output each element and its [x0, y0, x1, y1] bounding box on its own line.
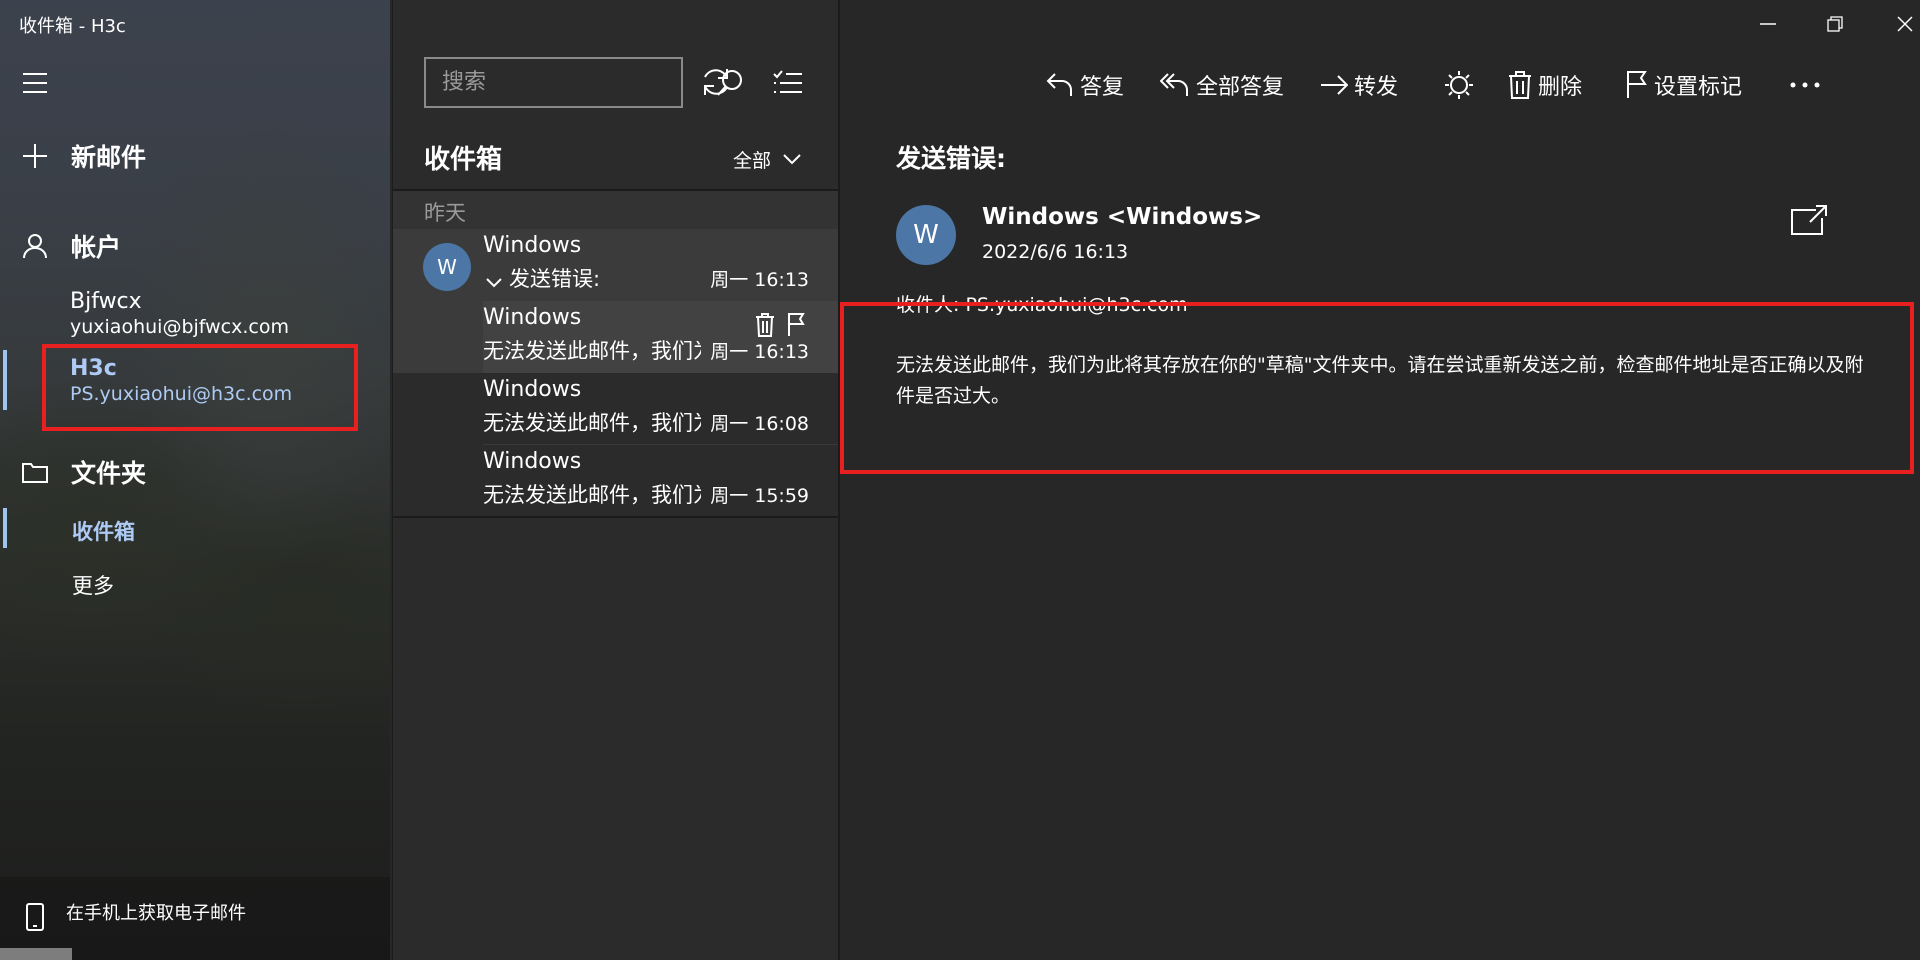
delete-button[interactable]: 删除 [1508, 62, 1582, 108]
avatar: W [896, 205, 956, 265]
new-mail-button[interactable]: 新邮件 [0, 136, 146, 176]
email-body: 无法发送此邮件，我们为此将其存放在你的"草稿"文件夹中。请在尝试重新发送之前，检… [896, 354, 1864, 407]
popout-icon[interactable] [1790, 204, 1828, 240]
reply-button[interactable]: 答复 [1046, 62, 1124, 108]
reply-label: 答复 [1080, 75, 1125, 100]
chevron-down-icon[interactable] [486, 273, 502, 292]
filter-dropdown[interactable]: 全部 [733, 146, 801, 173]
reply-all-icon [1160, 73, 1188, 96]
reading-pane: 答复 全部答复 转发 删除 设置标记 发送错误: W Windows <Wind… [838, 0, 1920, 960]
trash-icon [1509, 71, 1531, 99]
sync-icon[interactable] [701, 66, 731, 102]
scrollbar[interactable] [0, 948, 72, 960]
account-h3c[interactable]: H3c PS.yuxiaohui@h3c.com [70, 355, 292, 406]
accounts-label: 帐户 [71, 233, 122, 262]
avatar: W [423, 243, 471, 291]
navigation-pane: 收件箱 - H3c 新邮件 帐户 Bjfwcx yuxiaohui@bjfwcx… [0, 0, 390, 960]
reply-all-button[interactable]: 全部答复 [1160, 62, 1284, 108]
message-sender: Windows [483, 305, 582, 330]
message-subject: 无法发送此邮件，我们为此将其存放在你的 [483, 339, 701, 363]
close-icon[interactable] [1885, 12, 1920, 36]
email-date: 2022/6/6 16:13 [982, 241, 1129, 263]
toolbar: 答复 全部答复 转发 删除 设置标记 [840, 62, 1920, 108]
plus-icon [22, 143, 50, 169]
account-name: H3c [70, 356, 117, 381]
phone-icon [26, 903, 44, 935]
selected-folder-indicator [3, 508, 7, 548]
message-subject: 发送错误: [509, 267, 601, 291]
list-item[interactable]: Windows 无法发送此邮件，我们为此将其存放在你的 周一 16:13 [393, 301, 839, 373]
folders-label: 文件夹 [71, 459, 147, 488]
sun-icon [1445, 71, 1473, 99]
email-sender[interactable]: Windows <Windows> [982, 204, 1262, 230]
email-recipients: 收件人: PS.yuxiaohui@h3c.com [896, 294, 1188, 316]
folders-header[interactable]: 文件夹 [0, 452, 146, 492]
forward-label: 转发 [1354, 75, 1399, 100]
reply-all-label: 全部答复 [1196, 75, 1285, 100]
row-highlight [393, 301, 483, 373]
account-email: PS.yuxiaohui@h3c.com [70, 383, 293, 405]
chevron-down-icon [783, 154, 801, 165]
account-email: yuxiaohui@bjfwcx.com [70, 316, 289, 338]
message-subject: 无法发送此邮件，我们为此将其存放在你的 [483, 411, 701, 435]
divider [393, 516, 839, 518]
list-item[interactable]: Windows 无法发送此邮件，我们为此将其存放在你的 周一 16:08 [393, 373, 839, 445]
message-sender: Windows [483, 377, 582, 402]
maximize-icon[interactable] [1815, 12, 1855, 36]
forward-button[interactable]: 转发 [1320, 62, 1398, 108]
account-name: Bjfwcx [70, 289, 142, 314]
filter-label: 全部 [733, 150, 772, 172]
folder-icon [22, 461, 50, 483]
message-time: 周一 15:59 [710, 485, 809, 507]
reply-icon [1046, 73, 1072, 96]
search-box [424, 57, 742, 108]
message-sender: Windows [483, 233, 582, 258]
email-subject: 发送错误: [896, 144, 1006, 173]
message-subject: 无法发送此邮件，我们为此将其存放在你的 [483, 483, 701, 507]
select-icon[interactable] [773, 70, 803, 100]
person-icon [22, 233, 50, 259]
theme-toggle-button[interactable] [1444, 62, 1474, 108]
more-actions-button[interactable] [1790, 62, 1820, 108]
selected-account-indicator [3, 350, 7, 410]
list-item[interactable]: Windows 无法发送此邮件，我们为此将其存放在你的 周一 15:59 [393, 445, 839, 517]
set-flag-button[interactable]: 设置标记 [1626, 62, 1742, 108]
minimize-icon[interactable] [1748, 12, 1788, 36]
accounts-header[interactable]: 帐户 [0, 226, 121, 266]
message-thread[interactable]: W Windows 发送错误: 周一 16:13 [393, 229, 839, 301]
date-group-label: 昨天 [424, 201, 466, 225]
folder-inbox[interactable]: 收件箱 [72, 516, 135, 546]
hamburger-icon[interactable] [22, 72, 48, 94]
date-group-header: 昨天 [393, 191, 839, 229]
message-time: 周一 16:13 [710, 341, 809, 363]
more-icon [1790, 82, 1820, 88]
list-title: 收件箱 [424, 145, 503, 175]
message-list-pane: 收件箱 全部 昨天 W Windows 发送错误: 周一 16:13 Windo… [392, 0, 839, 960]
delete-label: 删除 [1538, 75, 1583, 100]
account-bjfwcx[interactable]: Bjfwcx yuxiaohui@bjfwcx.com [70, 288, 289, 339]
search-input[interactable] [426, 59, 716, 106]
forward-icon [1321, 75, 1348, 95]
window-title: 收件箱 - H3c [19, 16, 126, 37]
new-mail-label: 新邮件 [71, 143, 147, 172]
flag-icon [1627, 71, 1647, 98]
get-mail-on-phone-label: 在手机上获取电子邮件 [66, 903, 246, 924]
set-flag-label: 设置标记 [1654, 75, 1743, 100]
message-time: 周一 16:08 [710, 413, 809, 435]
message-time: 周一 16:13 [710, 269, 809, 291]
folder-more[interactable]: 更多 [72, 570, 114, 600]
message-sender: Windows [483, 449, 582, 474]
